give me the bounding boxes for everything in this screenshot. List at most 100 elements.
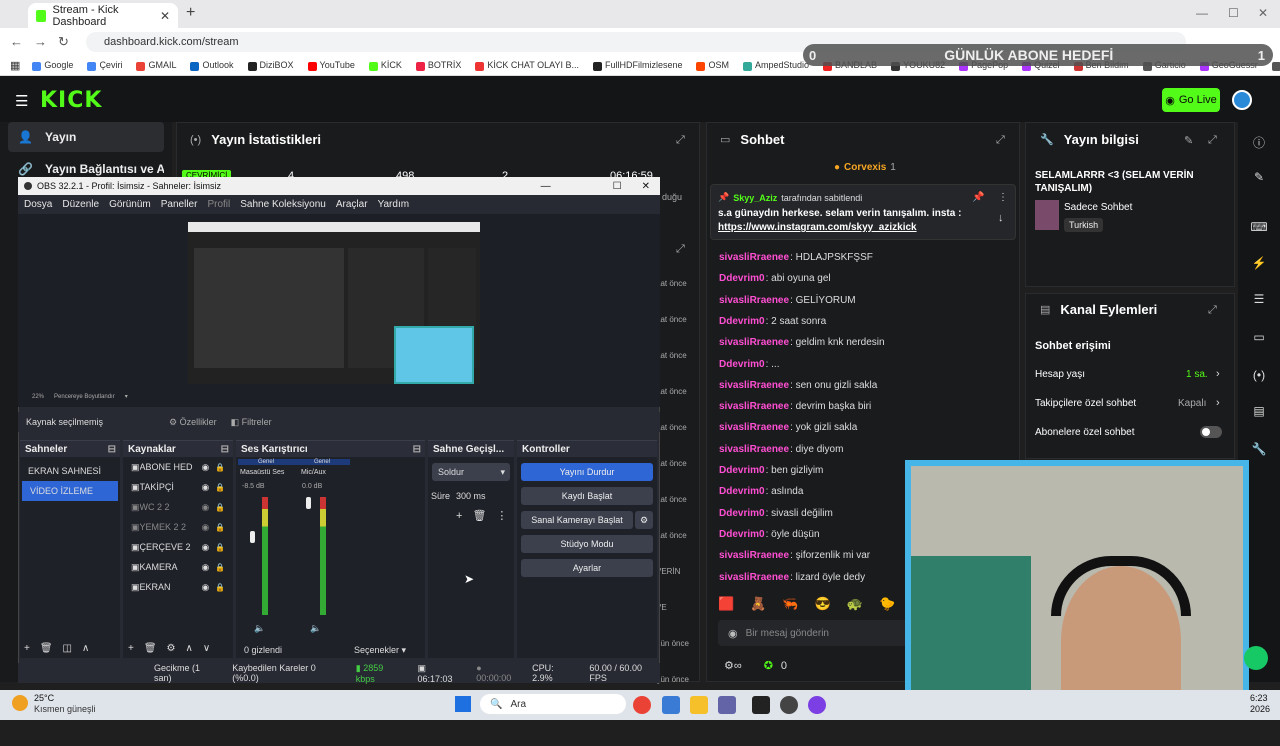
info-icon[interactable]: ⓘ <box>1250 134 1268 152</box>
collapse-icon[interactable]: ↓ <box>998 212 1004 224</box>
browser-tab[interactable]: Stream - Kick Dashboard ✕ <box>28 3 178 28</box>
phone-icon[interactable] <box>1244 646 1268 670</box>
bookmark-item[interactable]: DiziBOX <box>247 60 294 71</box>
bookmark-item[interactable]: OSM <box>696 60 729 71</box>
chevron-right-icon[interactable]: › <box>1216 368 1220 380</box>
bookmark-item[interactable]: Outlook <box>190 60 234 71</box>
epic-icon[interactable] <box>752 696 770 714</box>
lock-icon[interactable]: 🔒 <box>215 503 225 512</box>
lock-icon[interactable]: 🔒 <box>215 543 225 552</box>
expand-icon[interactable]: ⤢ <box>676 243 685 256</box>
edit-icon[interactable]: ✎ <box>1184 134 1193 147</box>
chrome-icon[interactable] <box>633 696 651 714</box>
maximize-icon[interactable]: ☐ <box>1228 6 1239 20</box>
window-close-icon[interactable]: ✕ <box>1258 6 1268 20</box>
close-tab-icon[interactable]: ✕ <box>160 9 170 23</box>
maximize-icon[interactable]: ☐ <box>613 181 622 192</box>
fit-label[interactable]: Pencereye Boyutlandır <box>54 394 115 400</box>
app-icon[interactable] <box>808 696 826 714</box>
gear-icon[interactable]: ⚙ <box>167 643 176 654</box>
bookmark-item[interactable]: FullHDFilmizlesene <box>592 60 682 71</box>
settings-button[interactable]: Ayarlar <box>521 559 653 577</box>
source-item[interactable]: ▣ YEMEK 2 2 ◉ 🔒 <box>123 517 233 537</box>
emote-icon[interactable]: 😎 <box>815 596 831 612</box>
chat-username[interactable]: sivasliRraenee <box>719 252 789 263</box>
kick-logo[interactable]: KICK <box>40 88 102 113</box>
transition-select[interactable]: Soldur ▾ <box>432 463 510 481</box>
expand-icon[interactable]: ⤢ <box>1208 134 1217 147</box>
obs-menu-item[interactable]: Görünüm <box>109 199 151 210</box>
obs-menu-item[interactable]: Araçlar <box>336 199 368 210</box>
down-icon[interactable]: ∨ <box>203 643 210 654</box>
speaker-icon[interactable]: 🔈 <box>254 623 265 634</box>
chat-username[interactable]: sivasliRraenee <box>719 422 789 433</box>
apps-icon[interactable]: ▦ <box>10 59 20 72</box>
emote-icon[interactable]: 🐢 <box>847 596 863 612</box>
chevron-right-icon[interactable]: › <box>1216 397 1220 409</box>
add-icon[interactable]: + <box>128 643 134 654</box>
lock-icon[interactable]: 🔒 <box>215 523 225 532</box>
obs-menu-item[interactable]: Düzenle <box>62 199 99 210</box>
obs-preview-canvas[interactable] <box>188 222 480 384</box>
chat-username[interactable]: Ddevrim0 <box>719 273 765 284</box>
chat-username[interactable]: sivasliRraenee <box>719 572 789 583</box>
obs-menu-item[interactable]: Dosya <box>24 199 52 210</box>
start-recording-button[interactable]: Kaydı Başlat <box>521 487 653 505</box>
filter-icon[interactable]: ◫ <box>63 643 72 654</box>
lock-icon[interactable]: 🔒 <box>215 463 225 472</box>
avatar[interactable] <box>1232 90 1252 110</box>
bookmark-item[interactable]: YouTube <box>307 60 355 71</box>
keyboard-icon[interactable]: ⌨ <box>1250 220 1268 238</box>
emote-icon[interactable]: 🧸 <box>750 596 766 612</box>
scene-item[interactable]: VİDEO İZLEME <box>22 481 118 501</box>
lock-icon[interactable]: 🔒 <box>215 563 225 572</box>
lightning-icon[interactable]: ⚡ <box>1250 256 1268 274</box>
chat-username[interactable]: sivasliRraenee <box>719 401 789 412</box>
back-icon[interactable]: ← <box>10 34 23 49</box>
subs-only-toggle[interactable] <box>1200 426 1222 438</box>
sidebar-item-stream[interactable]: 👤 Yayın <box>8 122 164 152</box>
visibility-icon[interactable]: ◉ <box>202 502 210 513</box>
visibility-icon[interactable]: ◉ <box>202 562 210 573</box>
source-item[interactable]: ▣ ÇERÇEVE 2 ◉ 🔒 <box>123 537 233 557</box>
chat-username[interactable]: sivasliRraenee <box>719 337 789 348</box>
unpin-icon[interactable]: 📌 <box>972 192 984 203</box>
forward-icon[interactable]: → <box>34 34 47 49</box>
source-item[interactable]: ▣ WC 2 2 ◉ 🔒 <box>123 497 233 517</box>
menu-icon[interactable]: ☰ <box>15 92 28 110</box>
chat-username[interactable]: Ddevrim0 <box>719 359 765 370</box>
pinned-link[interactable]: https://www.instagram.com/skyy_azizkick <box>718 222 917 233</box>
duration-field[interactable]: 300 ms <box>456 491 486 501</box>
chat-username[interactable]: sivasliRraenee <box>719 295 789 306</box>
visibility-icon[interactable]: ◉ <box>202 482 210 493</box>
app-icon[interactable] <box>662 696 680 714</box>
visibility-icon[interactable]: ◉ <box>202 522 210 533</box>
obs-menu-item[interactable]: Sahne Koleksiyonu <box>240 199 326 210</box>
go-live-button[interactable]: ◉ Go Live <box>1162 88 1220 112</box>
virtual-camera-button[interactable]: Sanal Kamerayı Başlat <box>521 511 633 529</box>
pencil-icon[interactable]: ✎ <box>1250 170 1268 188</box>
taskbar-search[interactable]: 🔍 Ara <box>480 694 626 714</box>
visibility-icon[interactable]: ◉ <box>202 462 210 473</box>
chat-username[interactable]: Ddevrim0 <box>719 465 765 476</box>
chat-username[interactable]: Ddevrim0 <box>719 508 765 519</box>
followers-only-value[interactable]: Kapalı <box>1178 398 1206 409</box>
chat-username[interactable]: sivasliRraenee <box>719 550 789 561</box>
teams-icon[interactable] <box>718 696 736 714</box>
volume-slider[interactable] <box>250 531 255 543</box>
gear-icon[interactable]: ⚙ <box>635 511 653 529</box>
close-icon[interactable]: ✕ <box>642 181 650 192</box>
list-icon[interactable]: ☰ <box>1250 292 1268 310</box>
account-age-value[interactable]: 1 sa. <box>1186 369 1208 380</box>
expand-icon[interactable]: ⤢ <box>996 134 1005 147</box>
zoom-value[interactable]: 22% <box>32 394 44 400</box>
server-icon[interactable]: ▤ <box>1250 404 1268 422</box>
obs-menu-item[interactable]: Yardım <box>378 199 410 210</box>
trash-icon[interactable]: 🗑 <box>40 643 53 654</box>
emote-icon[interactable]: 🟥 <box>718 596 734 612</box>
chat-username[interactable]: Ddevrim0 <box>719 486 765 497</box>
up-icon[interactable]: ∧ <box>82 643 89 654</box>
chat-bubble-icon[interactable]: ▭ <box>1250 330 1268 348</box>
broadcast-icon[interactable]: (•) <box>1250 368 1268 386</box>
trash-icon[interactable]: 🗑 <box>472 509 486 522</box>
